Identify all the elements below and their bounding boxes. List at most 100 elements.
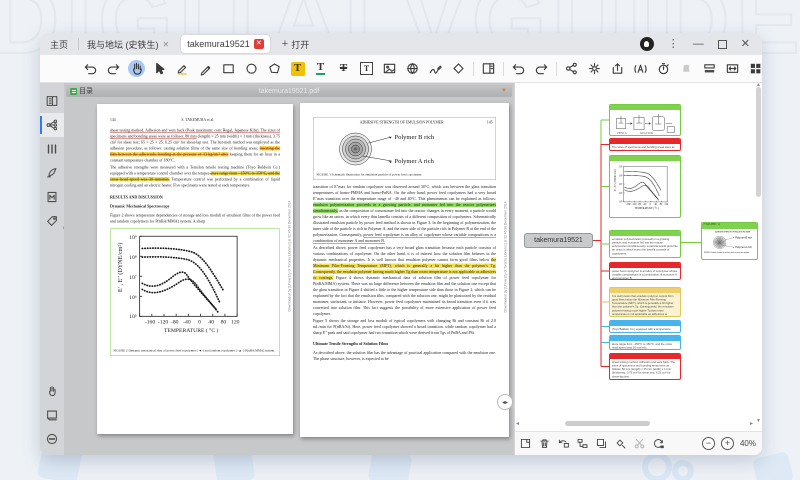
plugin-button[interactable] [678, 60, 695, 77]
subsection-heading: Dynamic Mechanical Spectroscopy [110, 204, 280, 210]
notification-icon[interactable] [640, 37, 654, 51]
scrollbar-thumb[interactable] [565, 421, 650, 426]
pen-button[interactable] [197, 60, 214, 77]
polygon-tool-button[interactable] [266, 60, 283, 77]
tab-close-icon[interactable]: ✕ [163, 40, 170, 49]
undo-button-2[interactable] [510, 60, 527, 77]
open-tab-button[interactable]: + 打开 [274, 38, 317, 51]
mindmap-card-fig3[interactable]: FIGURE 3 ADHESIVE STRENGTH OF EMULSION P… [701, 222, 758, 260]
text-highlight-button[interactable]: T [289, 60, 306, 77]
mindmap-card-text[interactable]: (Toyo Baldwin Co.) equipped with a tempe… [609, 320, 681, 333]
apps-grid-button[interactable] [747, 60, 762, 77]
pdf-viewer[interactable]: 目录 takemura19521.pdf ▼ 144 S. TAKEMURA e… [64, 83, 514, 455]
svg-text:-40: -40 [643, 203, 647, 206]
sidebar-item-thumbnails[interactable] [40, 137, 64, 161]
text-box-button[interactable]: T [358, 60, 375, 77]
mindmap-card-fig1[interactable]: FEED A REACTOR [609, 104, 681, 136]
sidebar-item-annotations[interactable] [40, 161, 64, 185]
horizontal-scrollbar[interactable]: ◂ ▸ [517, 421, 752, 427]
tab-document-2-active[interactable]: takemura19521 ✕ [181, 35, 270, 53]
mindmap-button[interactable] [563, 60, 580, 77]
mindmap-toolbar: − + 40% [515, 431, 762, 455]
figure-caption: FIGURE 2 Dynamic mechanical data of powe… [114, 349, 277, 353]
child-node-button[interactable] [575, 436, 590, 451]
mindmap-card-text[interactable]: ature range from −150°C to 150°C, and th… [609, 335, 681, 350]
tab-home[interactable]: 主页 [40, 38, 78, 51]
translate-globe-button[interactable] [404, 60, 421, 77]
doc-menu-arrow-icon[interactable]: ▼ [501, 88, 512, 94]
ellipse-tool-button[interactable] [243, 60, 260, 77]
new-node-button[interactable] [518, 436, 533, 451]
figure2-annotation-box[interactable]: 10⁹10⁸10⁷10⁶10⁵ -160-120-80-40 04080120 … [110, 229, 280, 356]
figure3-annotation-box[interactable]: ADHESIVE STRENGTH OF EMULSION POLYMER 14… [313, 117, 496, 180]
svg-text:TEMPERATURE ( °C ): TEMPERATURE ( °C ) [635, 207, 659, 210]
zoom-in-button[interactable]: + [721, 437, 734, 450]
card-body: (Toyo Baldwin Co.) equipped with a tempe… [610, 326, 680, 333]
refresh-lock-button[interactable] [651, 436, 666, 451]
redo-button-2[interactable] [533, 60, 550, 77]
hand-tool-button[interactable] [128, 60, 145, 77]
redo-button[interactable] [105, 60, 122, 77]
settings-gear-icon[interactable] [586, 60, 603, 77]
sidebar-item-markdown-note[interactable] [40, 185, 64, 209]
zoom-level: 40% [740, 439, 756, 448]
menu-kebab-icon[interactable]: ⋮ [668, 39, 679, 50]
select-tool-button[interactable] [151, 60, 168, 77]
mindmap-card-text[interactable]: The sizes of specimens and bonding areas… [609, 138, 681, 151]
figure3-diagram: Polymer B rich Polymer A rich [704, 234, 757, 251]
mindmap-root-node[interactable]: takemura19521 [524, 233, 593, 248]
scroll-down-icon[interactable]: ▼ [756, 419, 761, 423]
tab-close-icon[interactable]: ✕ [254, 39, 264, 49]
svg-text:E′ , E″ (DYNE/cm²): E′ , E″ (DYNE/cm²) [117, 243, 124, 292]
scrollbar-thumb[interactable] [756, 87, 761, 197]
mindmap-card-text[interactable]: It is well known that emulsion polymer c… [609, 287, 681, 317]
eraser-button[interactable] [450, 60, 467, 77]
highlighter-button[interactable] [174, 60, 191, 77]
screenshot-button[interactable] [381, 60, 398, 77]
mindmap-card-text[interactable]: power feed copolymer is an alloy of copo… [609, 262, 681, 280]
zoom-out-button[interactable]: − [702, 437, 715, 450]
mindmap-card-chart[interactable]: 10⁹10⁸10⁷10⁶10⁵ -160-120-80-40 04080120 … [609, 155, 681, 218]
sidebar-item-book-layout[interactable] [40, 403, 64, 427]
tab-document-1[interactable]: 我与地坛 (史铁生) ✕ [79, 33, 177, 55]
mindmap-canvas[interactable]: takemura19521 FEED A REACTOR The sizes o… [515, 83, 762, 431]
cut-node-button[interactable] [632, 436, 647, 451]
close-button[interactable]: ✕ [741, 39, 750, 50]
toc-button[interactable]: 目录 [66, 86, 93, 96]
mindmap-card-text[interactable]: shear testing method. Adhesion and wets … [609, 353, 681, 380]
body-text: As described above, power feed copolymer… [313, 245, 496, 262]
svg-text:10⁵: 10⁵ [619, 201, 623, 204]
svg-text:10⁵: 10⁵ [129, 314, 137, 320]
sidebar-item-outline[interactable] [40, 89, 64, 113]
sidebar-item-mindmap[interactable] [40, 113, 64, 137]
sidebar-item-more[interactable] [40, 427, 64, 451]
format-brush-button[interactable] [613, 436, 628, 451]
timer-button[interactable] [655, 60, 672, 77]
export-button[interactable] [609, 60, 626, 77]
copy-node-button[interactable] [594, 436, 609, 451]
text-strikethrough-button[interactable]: T [335, 60, 352, 77]
delete-node-button[interactable] [537, 436, 552, 451]
maximize-button[interactable] [718, 40, 727, 49]
sidebar-item-tags[interactable] [40, 209, 64, 233]
sidebar-item-hand-tool[interactable] [40, 379, 64, 403]
mindmap-card-text[interactable]: emulsion polymerization proceeds in a gr… [609, 230, 681, 258]
paragraph: Figure 2 shows temperature dependencies … [110, 213, 280, 225]
signature-button[interactable] [427, 60, 444, 77]
read-aloud-button[interactable] [632, 60, 649, 77]
scroll-right-icon[interactable]: ▸ [750, 421, 753, 427]
minimize-button[interactable]: — [693, 39, 704, 50]
rectangle-tool-button[interactable] [220, 60, 237, 77]
download-watermark: Downloaded by [University of Toronto Lib… [504, 201, 507, 312]
fit-width-button[interactable] [724, 60, 741, 77]
notes-panel-button[interactable] [480, 60, 497, 77]
undo-node-button[interactable] [556, 436, 571, 451]
panel-toggle-button[interactable]: ◂▸ [497, 394, 513, 410]
vertical-scrollbar[interactable]: ▲ ▼ [756, 87, 761, 419]
scroll-left-icon[interactable]: ◂ [516, 421, 519, 427]
reading-layout-button[interactable] [701, 60, 718, 77]
card-body: emulsion polymerization proceeds in a gr… [610, 236, 680, 258]
card-body: FEED A REACTOR [610, 110, 680, 136]
text-underline-button[interactable]: T [312, 60, 329, 77]
undo-button[interactable] [82, 60, 99, 77]
